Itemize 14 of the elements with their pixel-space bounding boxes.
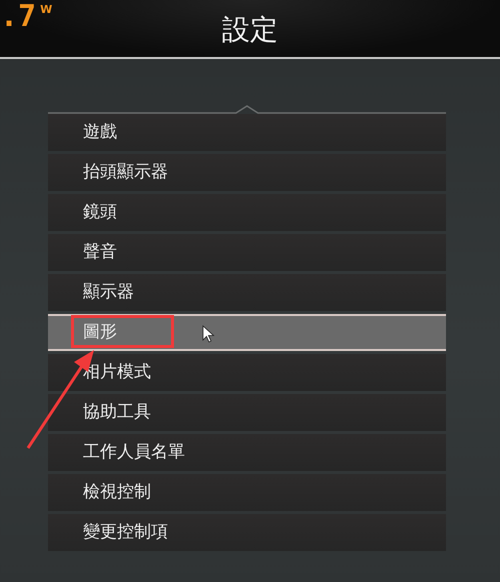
menu-item[interactable]: 聲音: [48, 234, 446, 271]
menu-item[interactable]: 顯示器: [48, 274, 446, 311]
menu-item[interactable]: 變更控制項: [48, 514, 446, 551]
menu-item[interactable]: 協助工具: [48, 394, 446, 431]
hud-unit: W: [40, 3, 52, 16]
menu-item[interactable]: 工作人員名單: [48, 434, 446, 471]
menu-item[interactable]: 圖形: [48, 314, 446, 351]
menu-item[interactable]: 檢視控制: [48, 474, 446, 511]
menu-item[interactable]: 抬頭顯示器: [48, 154, 446, 191]
menu-item[interactable]: 遊戲: [48, 114, 446, 151]
cursor-icon: [202, 325, 216, 343]
hud-reading: .7: [0, 0, 36, 34]
page-title: 設定: [222, 12, 278, 48]
menu-item[interactable]: 鏡頭: [48, 194, 446, 231]
